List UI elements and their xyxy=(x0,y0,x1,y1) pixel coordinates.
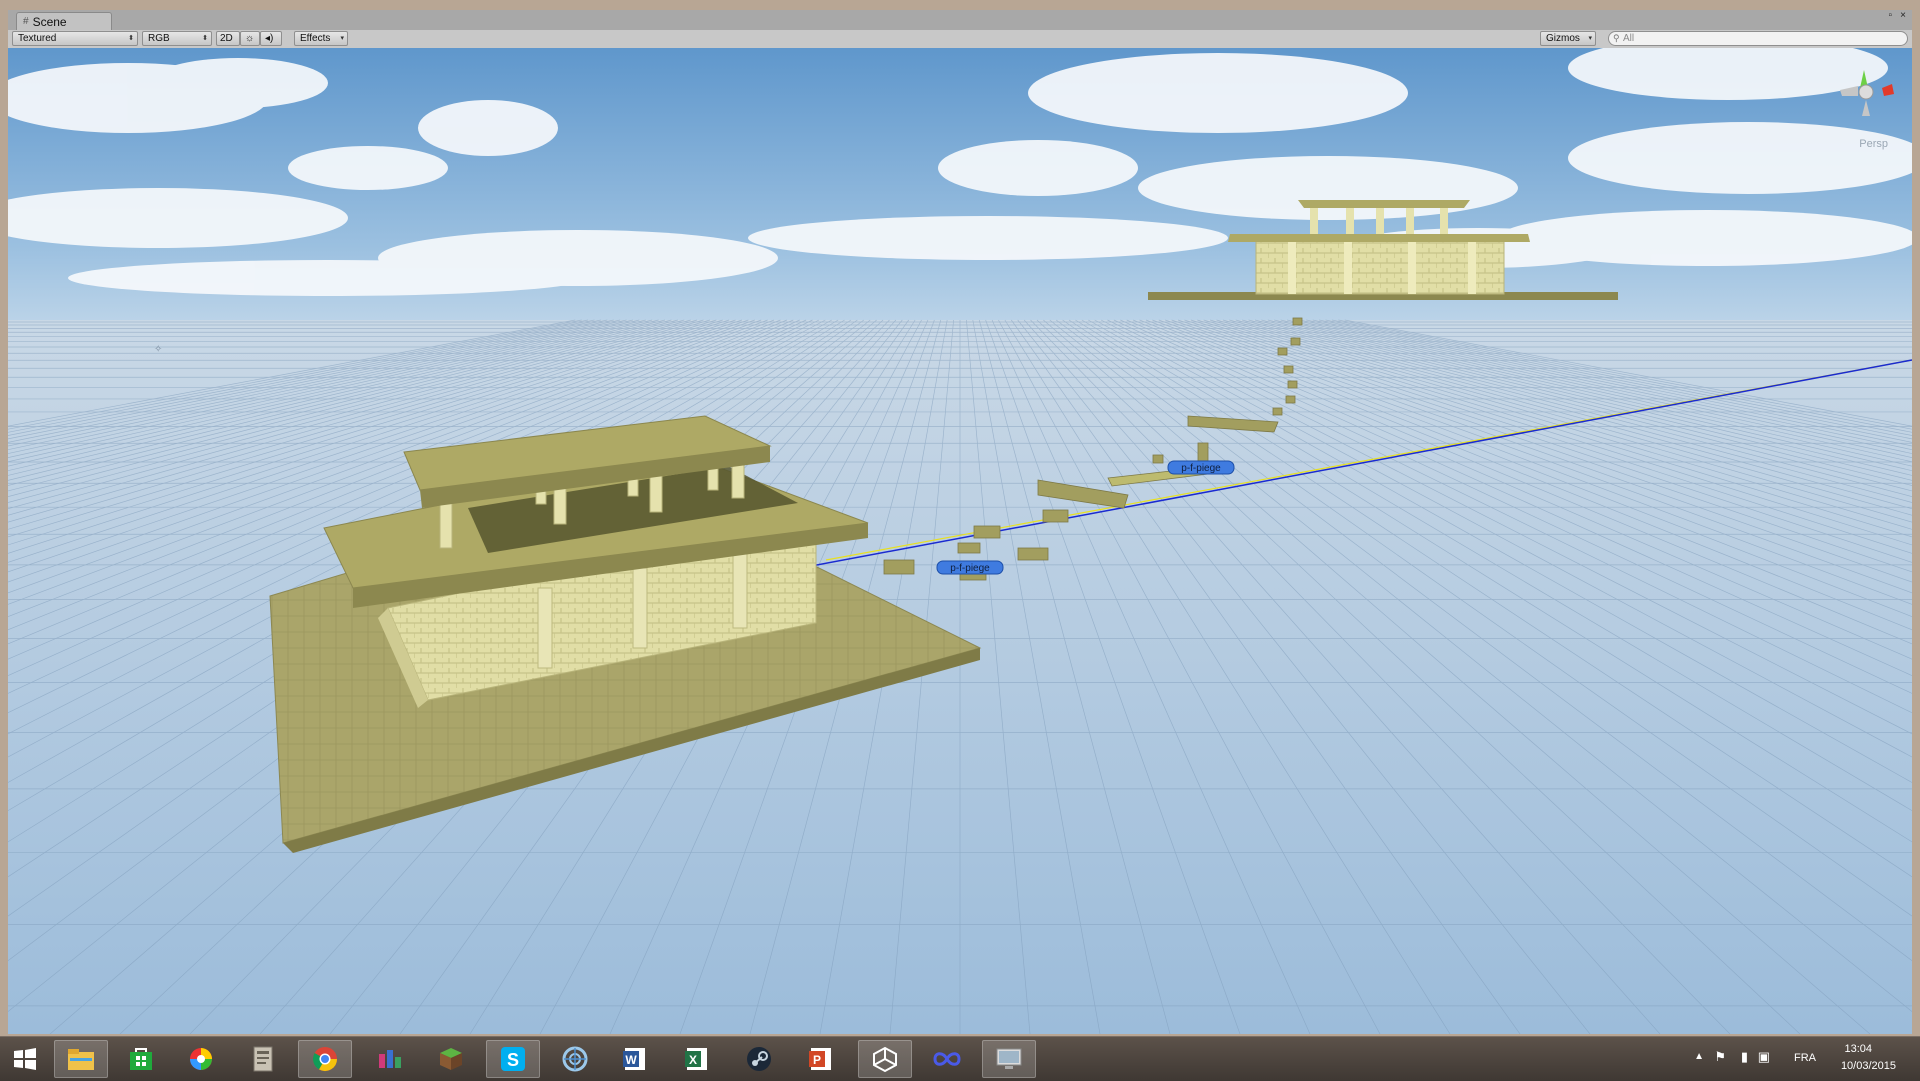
tab-bar: # Scene ▫ × xyxy=(8,10,1912,30)
battery-icon[interactable]: ▮ xyxy=(1741,1049,1748,1065)
svg-text:P: P xyxy=(813,1053,821,1067)
sun-icon: ☼ xyxy=(245,33,255,44)
taskbar-unity[interactable] xyxy=(858,1040,912,1078)
folder-icon xyxy=(68,1049,94,1070)
taskbar-chrome[interactable] xyxy=(298,1040,352,1078)
start-button[interactable] xyxy=(0,1040,50,1078)
dropdown-arrow-icon: ▾ xyxy=(1588,35,1592,42)
tab-scene-label: Scene xyxy=(32,14,67,29)
document-app-icon xyxy=(253,1046,273,1072)
audio-toggle[interactable]: ◂) xyxy=(260,31,282,46)
taskbar-powerpoint[interactable]: P xyxy=(794,1040,848,1078)
clock-time[interactable]: 13:04 xyxy=(1844,1043,1872,1055)
toggle-2d-label: 2D xyxy=(220,33,233,44)
speaker-icon: ◂) xyxy=(265,33,274,44)
effects-label: Effects xyxy=(300,33,331,44)
chrome-icon xyxy=(312,1047,337,1072)
taskbar-minecraft[interactable] xyxy=(424,1040,478,1078)
toggle-2d-button[interactable]: 2D xyxy=(216,31,240,46)
object-label-text: p-f-piege xyxy=(1181,463,1221,474)
scene-lighting-toggle[interactable]: ☼ xyxy=(240,31,260,46)
taskbar-excel[interactable]: X xyxy=(670,1040,724,1078)
hierarchy-search-input[interactable]: ⚲ All xyxy=(1608,31,1908,46)
gizmos-dropdown[interactable]: Gizmos ▾ xyxy=(1540,31,1596,46)
light-marker-icon[interactable]: ✧ xyxy=(154,344,162,355)
minecraft-icon xyxy=(440,1048,462,1070)
render-mode-value: RGB xyxy=(148,33,170,44)
monitor-icon xyxy=(996,1048,1022,1069)
search-icon: ⚲ xyxy=(1613,33,1620,43)
taskbar-app-infinity[interactable] xyxy=(920,1040,974,1078)
language-indicator[interactable]: FRA xyxy=(1794,1052,1816,1064)
taskbar-app-target[interactable] xyxy=(548,1040,602,1078)
grid-icon: # xyxy=(23,15,29,27)
taskbar-skype[interactable]: S xyxy=(486,1040,540,1078)
dropdown-arrow-icon: ▾ xyxy=(340,35,344,42)
excel-icon: X xyxy=(685,1048,707,1070)
close-icon[interactable]: × xyxy=(1900,10,1906,21)
gizmos-label: Gizmos xyxy=(1546,33,1580,44)
tab-scene[interactable]: # Scene xyxy=(16,12,112,30)
rss-icon xyxy=(379,1050,401,1068)
search-placeholder: All xyxy=(1623,33,1635,44)
network-icon[interactable]: ▣ xyxy=(1758,1049,1770,1065)
unity-editor-window: # Scene ▫ × Textured ⬍ RGB ⬍ 2D ☼ ◂) Eff… xyxy=(0,0,1920,1036)
target-icon xyxy=(562,1046,588,1072)
svg-text:X: X xyxy=(689,1053,697,1067)
object-label-1[interactable]: p-f-piege xyxy=(1167,460,1235,475)
scene-viewport[interactable]: p-f-piege p-f-piege ✧ Persp xyxy=(8,48,1912,1034)
unity-icon xyxy=(873,1046,897,1073)
scene-render: p-f-piege p-f-piege ✧ xyxy=(8,48,1912,1034)
system-tray: ▲ ⚑ ▮ ▣ FRA 13:04 10/03/2015 xyxy=(1680,1037,1920,1081)
dropdown-arrow-icon: ⬍ xyxy=(128,35,134,42)
steam-icon xyxy=(747,1047,771,1071)
svg-text:S: S xyxy=(507,1050,519,1070)
picasa-icon xyxy=(190,1048,212,1070)
taskbar-app-generic[interactable] xyxy=(236,1040,290,1078)
taskbar-file-explorer[interactable] xyxy=(54,1040,108,1078)
draw-mode-value: Textured xyxy=(18,33,57,44)
taskbar-app-screen[interactable] xyxy=(982,1040,1036,1078)
taskbar-store[interactable] xyxy=(114,1040,168,1078)
powerpoint-icon: P xyxy=(809,1048,831,1070)
draw-mode-dropdown[interactable]: Textured ⬍ xyxy=(12,31,138,46)
store-icon xyxy=(130,1048,152,1070)
taskbar-rss-app[interactable] xyxy=(364,1040,418,1078)
effects-dropdown[interactable]: Effects ▾ xyxy=(294,31,348,46)
clock-date[interactable]: 10/03/2015 xyxy=(1841,1060,1896,1072)
dropdown-arrow-icon: ⬍ xyxy=(202,35,208,42)
scene-toolbar: Textured ⬍ RGB ⬍ 2D ☼ ◂) Effects ▾ Gizmo… xyxy=(8,30,1912,49)
maximize-icon[interactable]: ▫ xyxy=(1888,10,1892,21)
object-label-text: p-f-piege xyxy=(950,563,990,574)
infinity-icon xyxy=(933,1052,961,1066)
word-icon: W xyxy=(623,1048,645,1070)
object-label-2[interactable]: p-f-piege xyxy=(936,560,1004,575)
show-hidden-icons-icon[interactable]: ▲ xyxy=(1694,1051,1704,1062)
action-center-flag-icon[interactable]: ⚑ xyxy=(1714,1049,1726,1065)
svg-text:W: W xyxy=(625,1053,637,1067)
taskbar-steam[interactable] xyxy=(732,1040,786,1078)
windows-taskbar: S W X P ▲ ⚑ ▮ ▣ FRA 13:04 10/03/2015 xyxy=(0,1036,1920,1081)
taskbar-word[interactable]: W xyxy=(608,1040,662,1078)
render-mode-dropdown[interactable]: RGB ⬍ xyxy=(142,31,212,46)
windows-logo-icon xyxy=(14,1048,36,1070)
projection-label[interactable]: Persp xyxy=(1859,138,1888,150)
taskbar-picasa[interactable] xyxy=(174,1040,228,1078)
skype-icon: S xyxy=(501,1047,525,1071)
